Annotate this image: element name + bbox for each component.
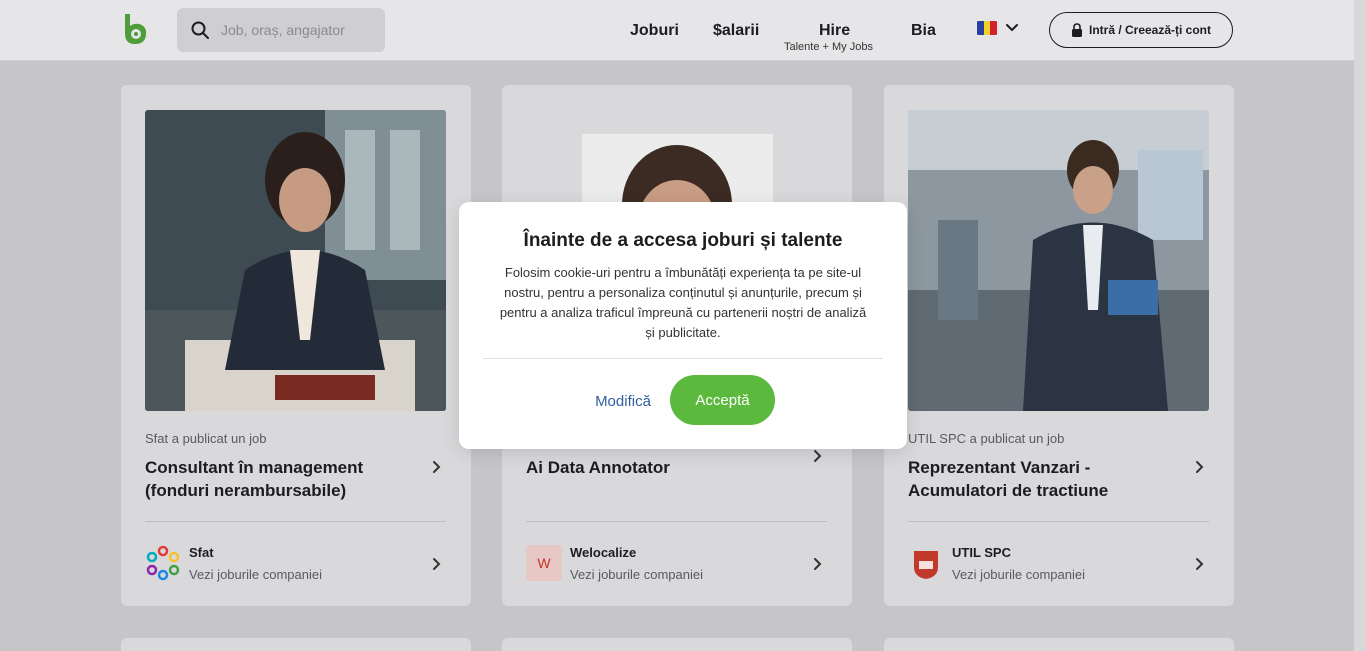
dialog-title: Înainte de a accesa joburi și talente: [523, 230, 843, 251]
logo-icon[interactable]: [121, 14, 147, 44]
nav-salaries[interactable]: $alarii: [713, 22, 759, 40]
accept-button[interactable]: Acceptă: [670, 375, 775, 425]
login-button[interactable]: Intră / Creează-ți cont: [1049, 12, 1233, 48]
company-jobs-link[interactable]: Vezi joburile companiei: [952, 567, 1085, 582]
chevron-right-icon[interactable]: [1194, 557, 1204, 571]
divider: [145, 521, 446, 522]
login-label: Intră / Creează-ți cont: [1088, 23, 1212, 37]
divider: [908, 521, 1209, 522]
job-image[interactable]: [908, 110, 1209, 411]
company-name[interactable]: UTIL SPC: [952, 545, 1011, 560]
job-publisher: UTIL SPC a publicat un job: [908, 431, 1065, 446]
job-card[interactable]: Sfat a publicat un job Consultant în man…: [121, 85, 471, 606]
chevron-down-icon[interactable]: [1005, 21, 1019, 35]
company-jobs-link[interactable]: Vezi joburile companiei: [570, 567, 703, 582]
company-logo[interactable]: [908, 545, 944, 581]
nav-hire[interactable]: Hire: [819, 22, 850, 40]
modify-button[interactable]: Modifică: [587, 376, 659, 426]
chevron-right-icon[interactable]: [812, 449, 822, 463]
site-header: Joburi $alarii Hire Talente + My Jobs Bi…: [0, 0, 1354, 61]
company-logo[interactable]: W: [526, 545, 562, 581]
company-name[interactable]: Welocalize: [570, 545, 636, 560]
chevron-right-icon[interactable]: [431, 557, 441, 571]
job-card[interactable]: UTIL SPC a publicat un job Reprezentant …: [884, 85, 1234, 606]
chevron-right-icon[interactable]: [1194, 460, 1204, 474]
job-title[interactable]: Ai Data Annotator: [526, 456, 796, 479]
cookie-consent-dialog: Înainte de a accesa joburi și talente Fo…: [459, 202, 907, 449]
chevron-right-icon[interactable]: [812, 557, 822, 571]
company-logo-letter: W: [537, 555, 551, 571]
search-icon: [191, 21, 209, 39]
chevron-right-icon[interactable]: [431, 460, 441, 474]
company-jobs-link[interactable]: Vezi joburile companiei: [189, 567, 322, 582]
company-name[interactable]: Sfat: [189, 545, 214, 560]
job-publisher: Sfat a publicat un job: [145, 431, 267, 446]
company-logo[interactable]: [145, 545, 181, 581]
dialog-body: Folosim cookie-uri pentru a îmbunătăți e…: [499, 265, 867, 340]
nav-bia[interactable]: Bia: [911, 22, 936, 40]
divider: [483, 358, 883, 359]
search-input[interactable]: [221, 8, 377, 52]
search-box[interactable]: [177, 8, 385, 52]
job-card[interactable]: [121, 638, 471, 651]
ro-flag-icon[interactable]: [977, 21, 997, 35]
nav-hire-subtitle[interactable]: Talente + My Jobs: [784, 41, 873, 53]
job-title[interactable]: Consultant în management (fonduri neramb…: [145, 456, 415, 502]
lock-icon: [1071, 23, 1082, 37]
nav-jobs[interactable]: Joburi: [630, 22, 679, 40]
job-image[interactable]: [145, 110, 446, 411]
job-title[interactable]: Reprezentant Vanzari - Acumulatori de tr…: [908, 456, 1178, 502]
job-card[interactable]: [502, 638, 852, 651]
divider: [526, 521, 827, 522]
job-card[interactable]: [884, 638, 1234, 651]
page-scrollbar[interactable]: [1354, 0, 1366, 651]
